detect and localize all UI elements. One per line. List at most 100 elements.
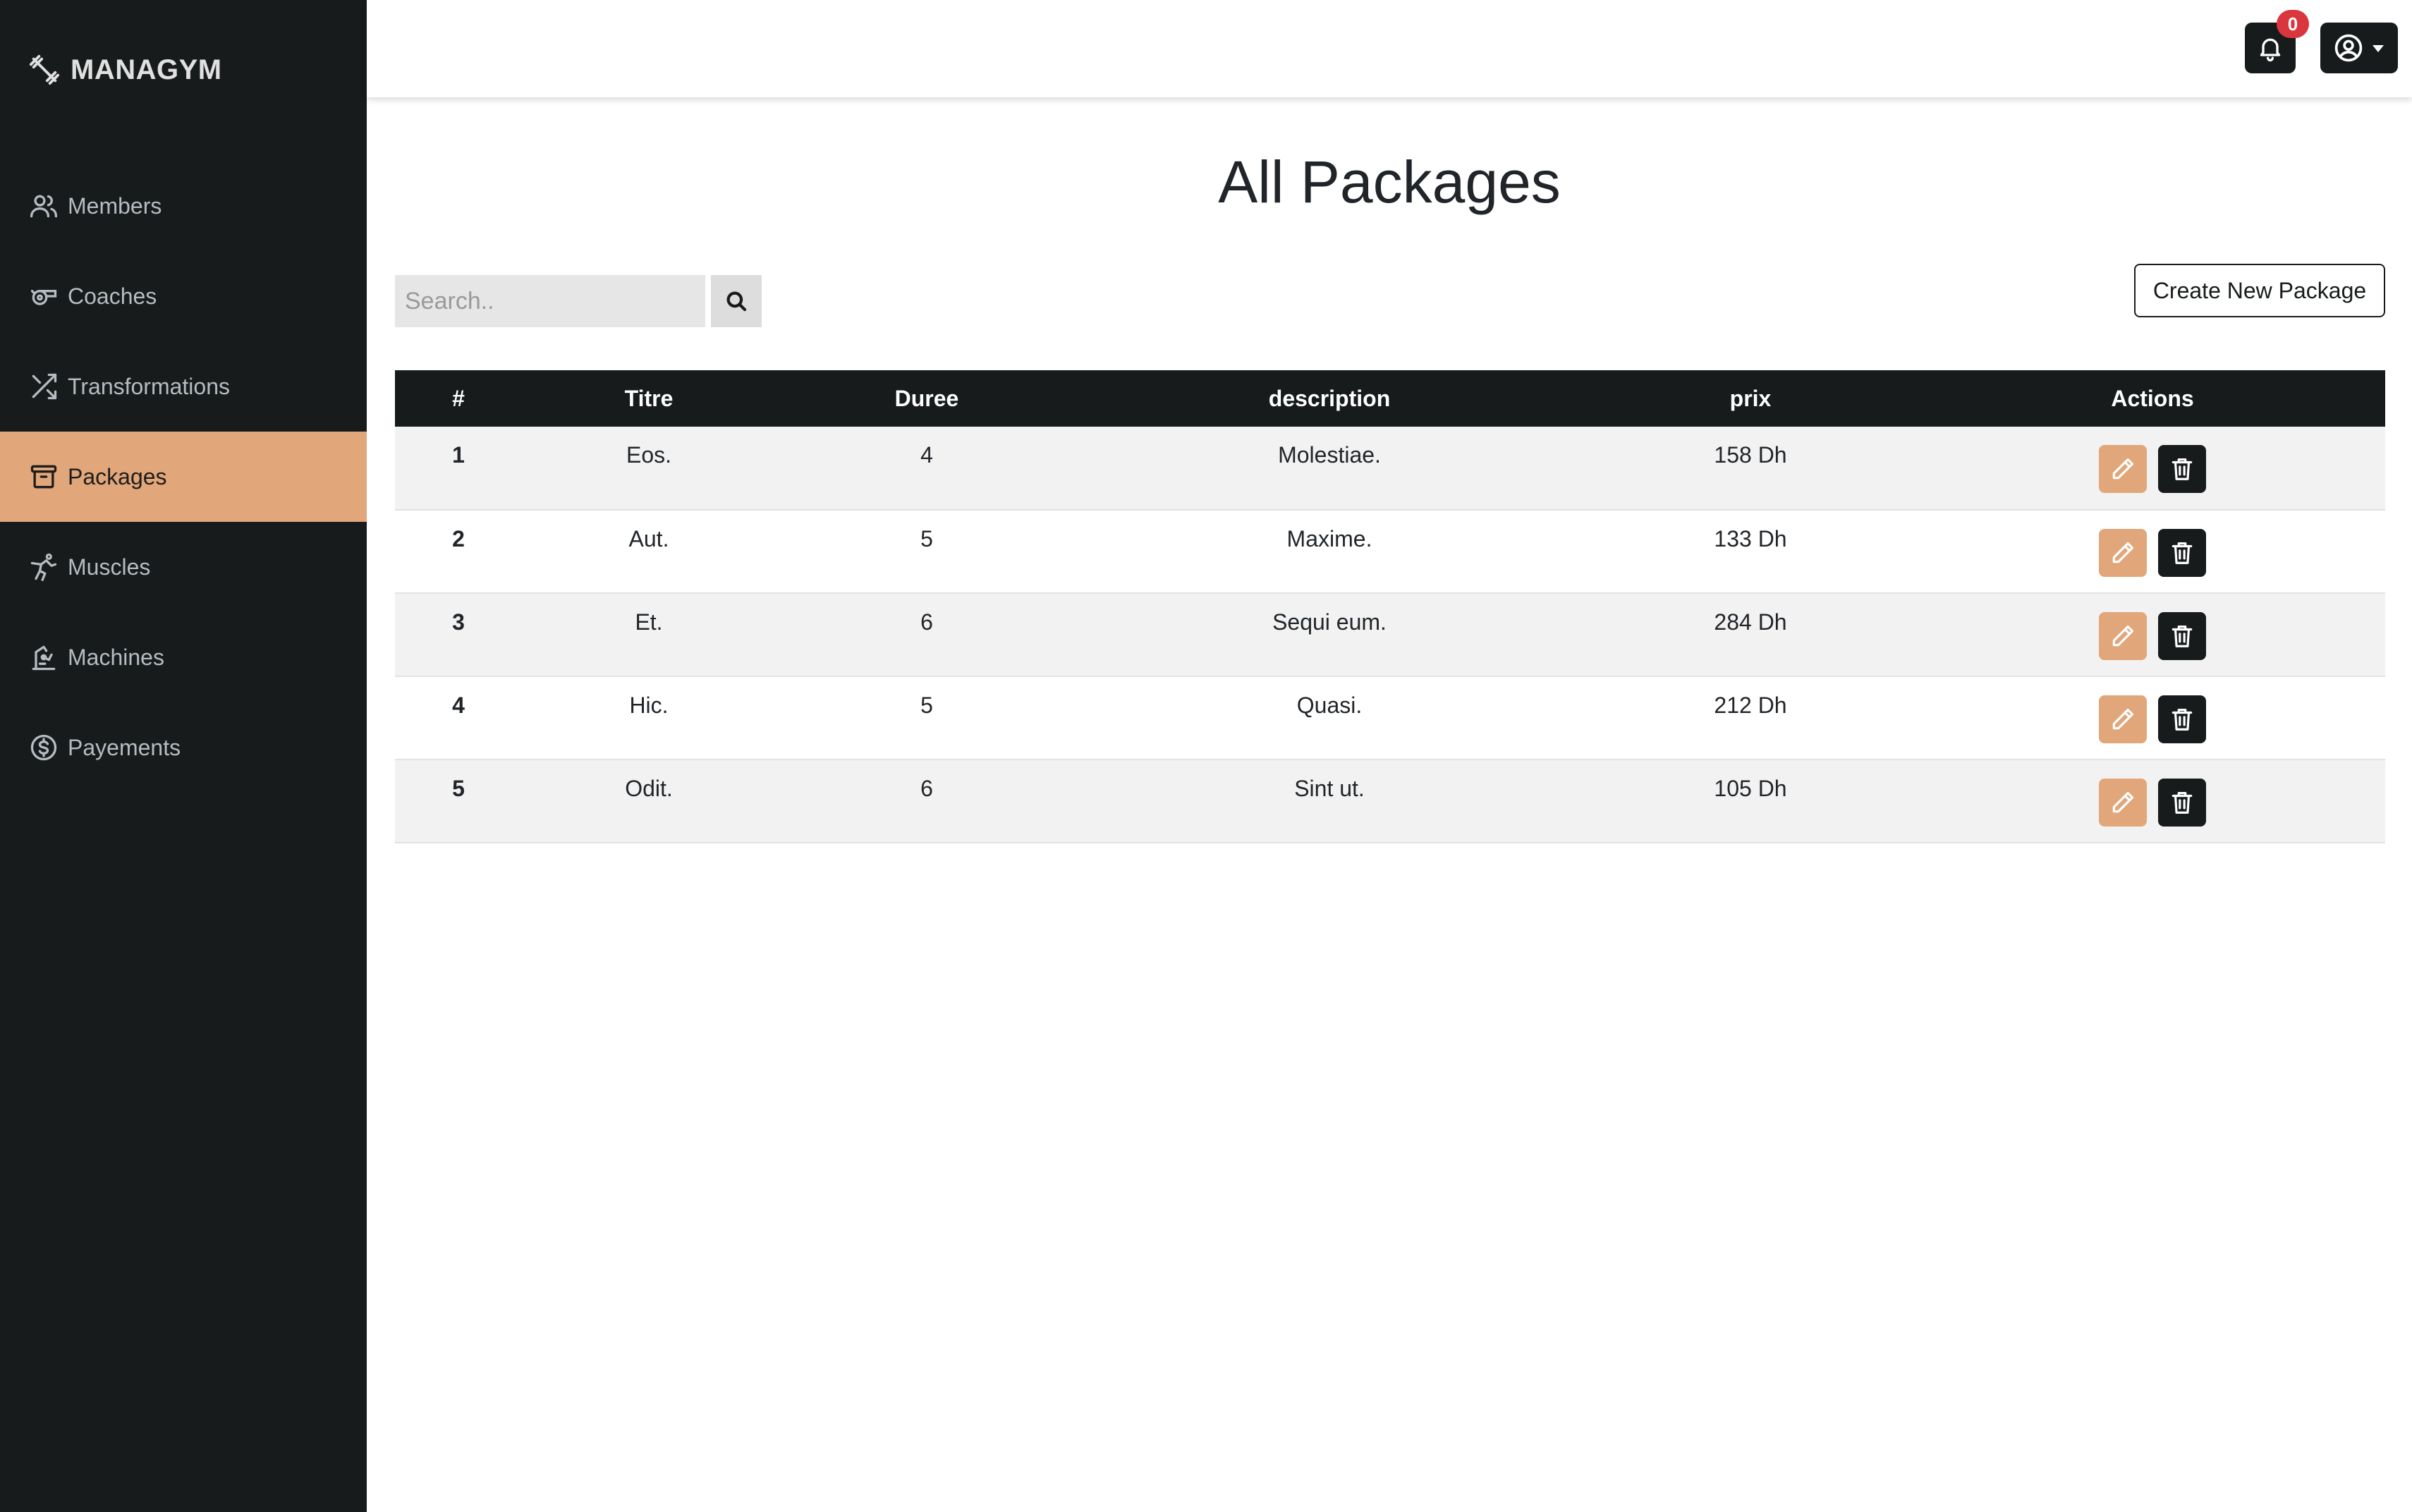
row-actions <box>1920 593 2385 676</box>
row-description: Molestiae. <box>1278 442 1381 468</box>
row-index: 1 <box>452 442 465 468</box>
search-input[interactable] <box>395 275 705 327</box>
trash-icon <box>2172 458 2193 480</box>
sidebar-item-label: Transformations <box>68 373 230 399</box>
row-duree: 5 <box>920 693 933 718</box>
pencil-icon <box>2112 458 2134 480</box>
row-prix: 133 Dh <box>1714 526 1787 551</box>
pencil-icon <box>2112 542 2134 563</box>
whistle-icon <box>30 290 57 305</box>
bell-icon <box>2260 38 2281 62</box>
delete-button[interactable] <box>2158 529 2206 577</box>
table-row: 2 Aut. 5 Maxime. 133 Dh <box>395 510 2385 593</box>
search-icon <box>726 291 747 312</box>
delete-button[interactable] <box>2158 779 2206 827</box>
pencil-icon <box>2112 625 2134 647</box>
row-actions <box>1920 676 2385 760</box>
row-titre: Eos. <box>626 442 672 468</box>
row-actions <box>1920 427 2385 510</box>
sidebar-item-transformations[interactable]: Transformations <box>0 341 367 432</box>
edit-button[interactable] <box>2099 529 2147 577</box>
table-header-row: # Titre Duree description prix Actions <box>395 370 2385 427</box>
edit-button[interactable] <box>2099 695 2147 743</box>
brand-name: MANAGYM <box>71 54 222 85</box>
sidebar-item-coaches[interactable]: Coaches <box>0 251 367 341</box>
sidebar-item-machines[interactable]: Machines <box>0 612 367 702</box>
sidebar-item-label: Machines <box>68 644 164 670</box>
trash-icon <box>2172 708 2193 731</box>
user-circle-icon <box>2334 34 2363 62</box>
row-description: Maxime. <box>1286 526 1372 551</box>
sidebar-item-packages[interactable]: Packages <box>0 432 367 522</box>
edit-button[interactable] <box>2099 445 2147 493</box>
karate-icon <box>30 553 57 581</box>
row-description: Sequi eum. <box>1272 609 1387 635</box>
column-header-prix: prix <box>1729 385 1772 411</box>
delete-button[interactable] <box>2158 612 2206 660</box>
row-actions <box>1920 760 2385 843</box>
machine-icon <box>32 645 56 671</box>
trash-icon <box>2172 542 2193 564</box>
column-header-index: # <box>452 385 465 411</box>
row-duree: 4 <box>920 442 933 468</box>
app-root: MANAGYM Members Coaches Transformations … <box>0 0 2412 1512</box>
row-prix: 105 Dh <box>1714 776 1787 801</box>
row-index: 3 <box>452 609 465 635</box>
row-actions <box>1920 510 2385 593</box>
sidebar-item-label: Coaches <box>68 283 157 309</box>
sidebar-item-muscles[interactable]: Muscles <box>0 522 367 612</box>
trash-icon <box>2172 791 2193 814</box>
currency-dollar-icon <box>30 734 57 761</box>
sidebar-item-payements[interactable]: Payements <box>0 702 367 793</box>
sidebar-item-label: Payements <box>68 734 181 760</box>
row-titre: Odit. <box>625 776 673 801</box>
create-package-button[interactable]: Create New Package <box>2134 264 2385 317</box>
row-description: Quasi. <box>1296 693 1363 718</box>
search-bar <box>395 275 762 327</box>
row-index: 4 <box>452 693 465 718</box>
column-header-description: description <box>1268 385 1391 411</box>
sidebar-item-label: Muscles <box>68 554 151 580</box>
column-header-actions: Actions <box>2111 385 2194 411</box>
search-button[interactable] <box>711 275 762 327</box>
row-duree: 6 <box>920 776 933 801</box>
row-duree: 5 <box>920 526 933 551</box>
row-prix: 158 Dh <box>1714 442 1787 468</box>
table-row: 4 Hic. 5 Quasi. 212 Dh <box>395 676 2385 760</box>
table-row: 1 Eos. 4 Molestiae. 158 Dh <box>395 427 2385 510</box>
brand-logo[interactable]: MANAGYM <box>28 51 222 89</box>
row-titre: Et. <box>635 609 663 635</box>
packages-table: # Titre Duree description prix Actions 1… <box>395 370 2385 843</box>
row-description: Sint ut. <box>1294 776 1365 801</box>
edit-button[interactable] <box>2099 612 2147 660</box>
row-prix: 212 Dh <box>1714 693 1787 718</box>
sidebar-item-members[interactable]: Members <box>0 161 367 251</box>
trash-icon <box>2172 625 2193 647</box>
column-header-duree: Duree <box>894 385 959 411</box>
pencil-icon <box>2112 791 2134 813</box>
users-icon <box>30 195 58 218</box>
row-duree: 6 <box>920 609 933 635</box>
sidebar: MANAGYM Members Coaches Transformations … <box>0 0 367 1512</box>
delete-button[interactable] <box>2158 695 2206 743</box>
pencil-icon <box>2112 708 2134 730</box>
column-header-titre: Titre <box>624 385 674 411</box>
caret-down-icon <box>2373 45 2384 52</box>
table-row: 3 Et. 6 Sequi eum. 284 Dh <box>395 593 2385 676</box>
row-titre: Hic. <box>629 693 669 718</box>
sidebar-item-label: Packages <box>68 463 167 489</box>
sidebar-nav: Members Coaches Transformations Packages… <box>0 161 367 793</box>
shuffle-icon <box>32 373 57 400</box>
page-title: All Packages <box>1218 149 1561 215</box>
notification-count-badge: 0 <box>2277 10 2309 38</box>
delete-button[interactable] <box>2158 445 2206 493</box>
dumbbell-icon <box>29 54 60 85</box>
user-menu-button[interactable] <box>2320 23 2398 73</box>
row-prix: 284 Dh <box>1714 609 1787 635</box>
edit-button[interactable] <box>2099 779 2147 827</box>
sidebar-item-label: Members <box>68 193 162 219</box>
row-index: 5 <box>452 776 465 801</box>
row-index: 2 <box>452 526 465 551</box>
row-titre: Aut. <box>628 526 669 551</box>
topbar <box>367 0 2412 97</box>
